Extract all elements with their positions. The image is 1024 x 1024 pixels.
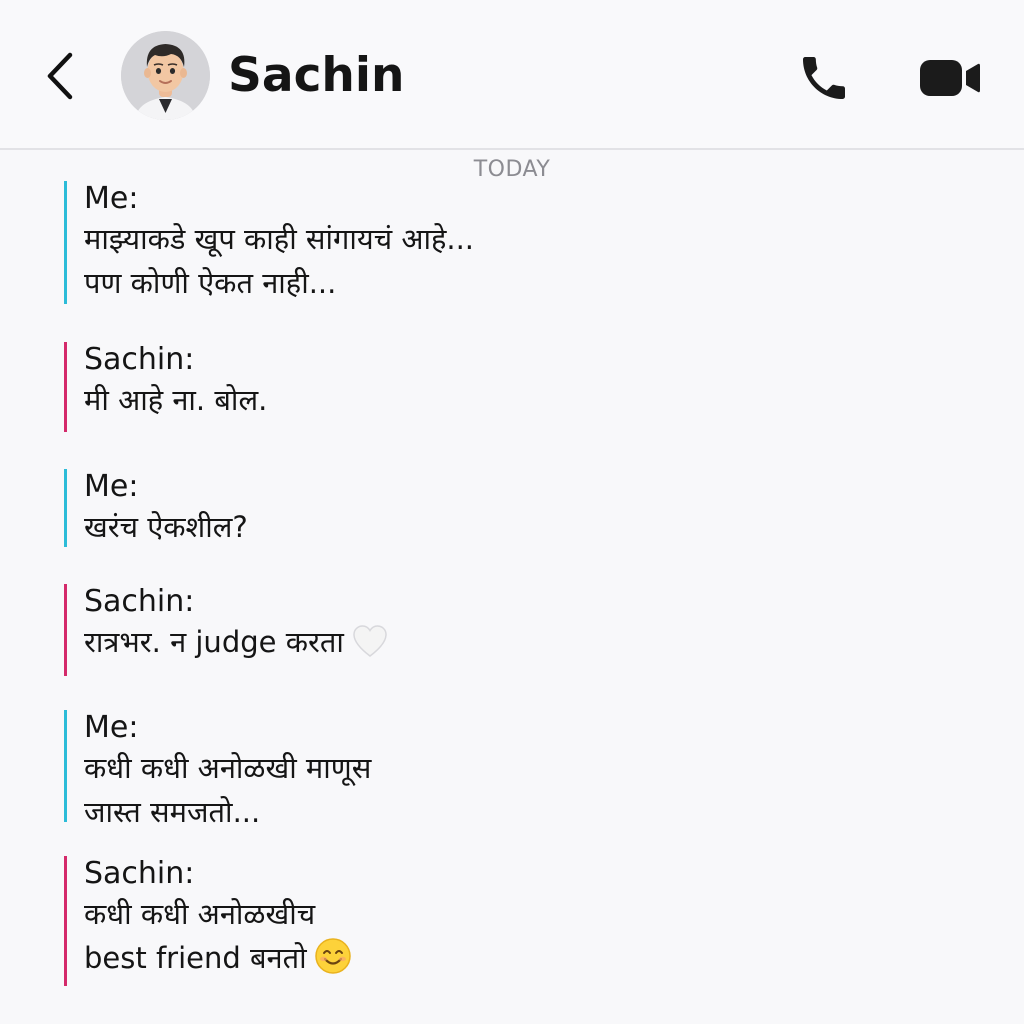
chat-header: Sachin [0,0,1024,150]
message-me: Me: माझ्याकडे खूप काही सांगायचं आहे... प… [64,181,824,304]
chevron-left-icon [47,52,73,100]
message-sachin: Sachin: रात्रभर. न judge करता [64,584,824,676]
smiling-face-icon [314,938,351,986]
message-text: कधी कधी अनोळखी माणूस [84,751,372,785]
message-text-row: रात्रभर. न judge करता [84,620,824,670]
contact-name[interactable]: Sachin [228,46,404,106]
message-text: पण कोणी ऐकत नाही... [84,266,337,300]
message-sender: Sachin: [84,342,195,377]
message-text: कधी कधी अनोळखीच [84,897,316,931]
message-text: best friend बनतो [84,941,307,975]
message-text-row: best friend बनतो [84,936,824,986]
video-camera-icon [920,60,980,96]
message-text: खरंच ऐकशील? [84,510,248,544]
message-text: मी आहे ना. बोल. [84,383,268,417]
voice-call-button[interactable] [794,48,854,108]
message-text: जास्त समजतो... [84,795,261,829]
message-sender: Sachin: [84,584,195,619]
message-sachin: Sachin: कधी कधी अनोळखीच best friend बनतो [64,856,824,986]
message-sender: Me: [84,469,139,504]
phone-icon [803,57,845,99]
message-sender: Me: [84,181,139,216]
message-text: माझ्याकडे खूप काही सांगायचं आहे... [84,222,475,256]
message-sachin: Sachin: मी आहे ना. बोल. [64,342,824,432]
message-text: रात्रभर. न judge करता [84,625,344,659]
white-heart-icon [352,624,388,670]
message-sender: Sachin: [84,856,195,891]
back-button[interactable] [36,44,84,108]
avatar[interactable] [121,31,210,120]
message-sender: Me: [84,710,139,745]
avatar-memoji [121,31,210,120]
date-divider: TODAY [473,157,551,182]
message-me: Me: खरंच ऐकशील? [64,469,824,547]
message-me: Me: कधी कधी अनोळखी माणूस जास्त समजतो... [64,710,824,829]
video-call-button[interactable] [916,50,984,106]
